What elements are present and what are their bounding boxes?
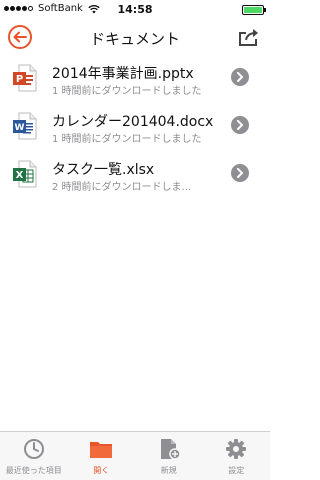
file-row-docx[interactable]: W カレンダー201404.docx 1 時間前にダウンロードしました (0, 106, 270, 154)
file-detail-button[interactable] (231, 68, 249, 86)
share-icon[interactable] (238, 27, 260, 47)
tab-recent[interactable]: 最近使った項目 (0, 432, 68, 480)
svg-text:X: X (16, 170, 24, 181)
tab-label: 最近使った項目 (5, 466, 62, 475)
clock-time: 14:58 (117, 3, 153, 16)
tab-new[interactable]: 新規 (135, 432, 203, 480)
clock-icon (23, 439, 44, 459)
gear-icon (226, 439, 247, 459)
excel-file-icon: X (13, 160, 37, 188)
file-download-status: 1 時間前にダウンロードしました (52, 86, 202, 97)
tab-settings[interactable]: 設定 (203, 432, 271, 480)
file-row-xlsx[interactable]: X タスク一覧.xlsx 2 時間前にダウンロードしま... (0, 154, 270, 202)
file-download-status: 1 時間前にダウンロードしました (52, 134, 202, 145)
page-title: ドキュメント (89, 30, 180, 48)
file-row-pptx[interactable]: P 2014年事業計画.pptx 1 時間前にダウンロードしました (0, 58, 270, 106)
tab-bar: 最近使った項目 開く 新規 設定 (0, 431, 270, 480)
chevron-right-icon (237, 168, 244, 178)
powerpoint-file-icon: P (13, 64, 37, 92)
tab-label: 開く (93, 466, 110, 475)
file-name: カレンダー201404.docx (52, 114, 214, 130)
status-bar: SoftBank 14:58 (0, 0, 270, 20)
tab-open[interactable]: 開く (68, 432, 136, 480)
navigation-bar: ドキュメント (0, 20, 270, 54)
file-detail-button[interactable] (231, 116, 249, 134)
folder-icon (90, 442, 113, 458)
file-download-status: 2 時間前にダウンロードしま... (52, 182, 192, 193)
chevron-right-icon (237, 120, 244, 130)
file-name: タスク一覧.xlsx (52, 162, 155, 178)
chevron-right-icon (237, 72, 244, 82)
file-name: 2014年事業計画.pptx (52, 66, 194, 82)
tab-label: 新規 (160, 466, 177, 475)
word-file-icon: W (13, 112, 37, 140)
file-detail-button[interactable] (231, 164, 249, 182)
svg-text:P: P (16, 74, 23, 85)
tab-label: 設定 (228, 466, 245, 475)
file-list: P 2014年事業計画.pptx 1 時間前にダウンロードしました W カレンダ… (0, 58, 270, 202)
svg-text:W: W (15, 123, 25, 133)
new-document-icon (160, 439, 181, 460)
battery-icon (242, 5, 266, 15)
